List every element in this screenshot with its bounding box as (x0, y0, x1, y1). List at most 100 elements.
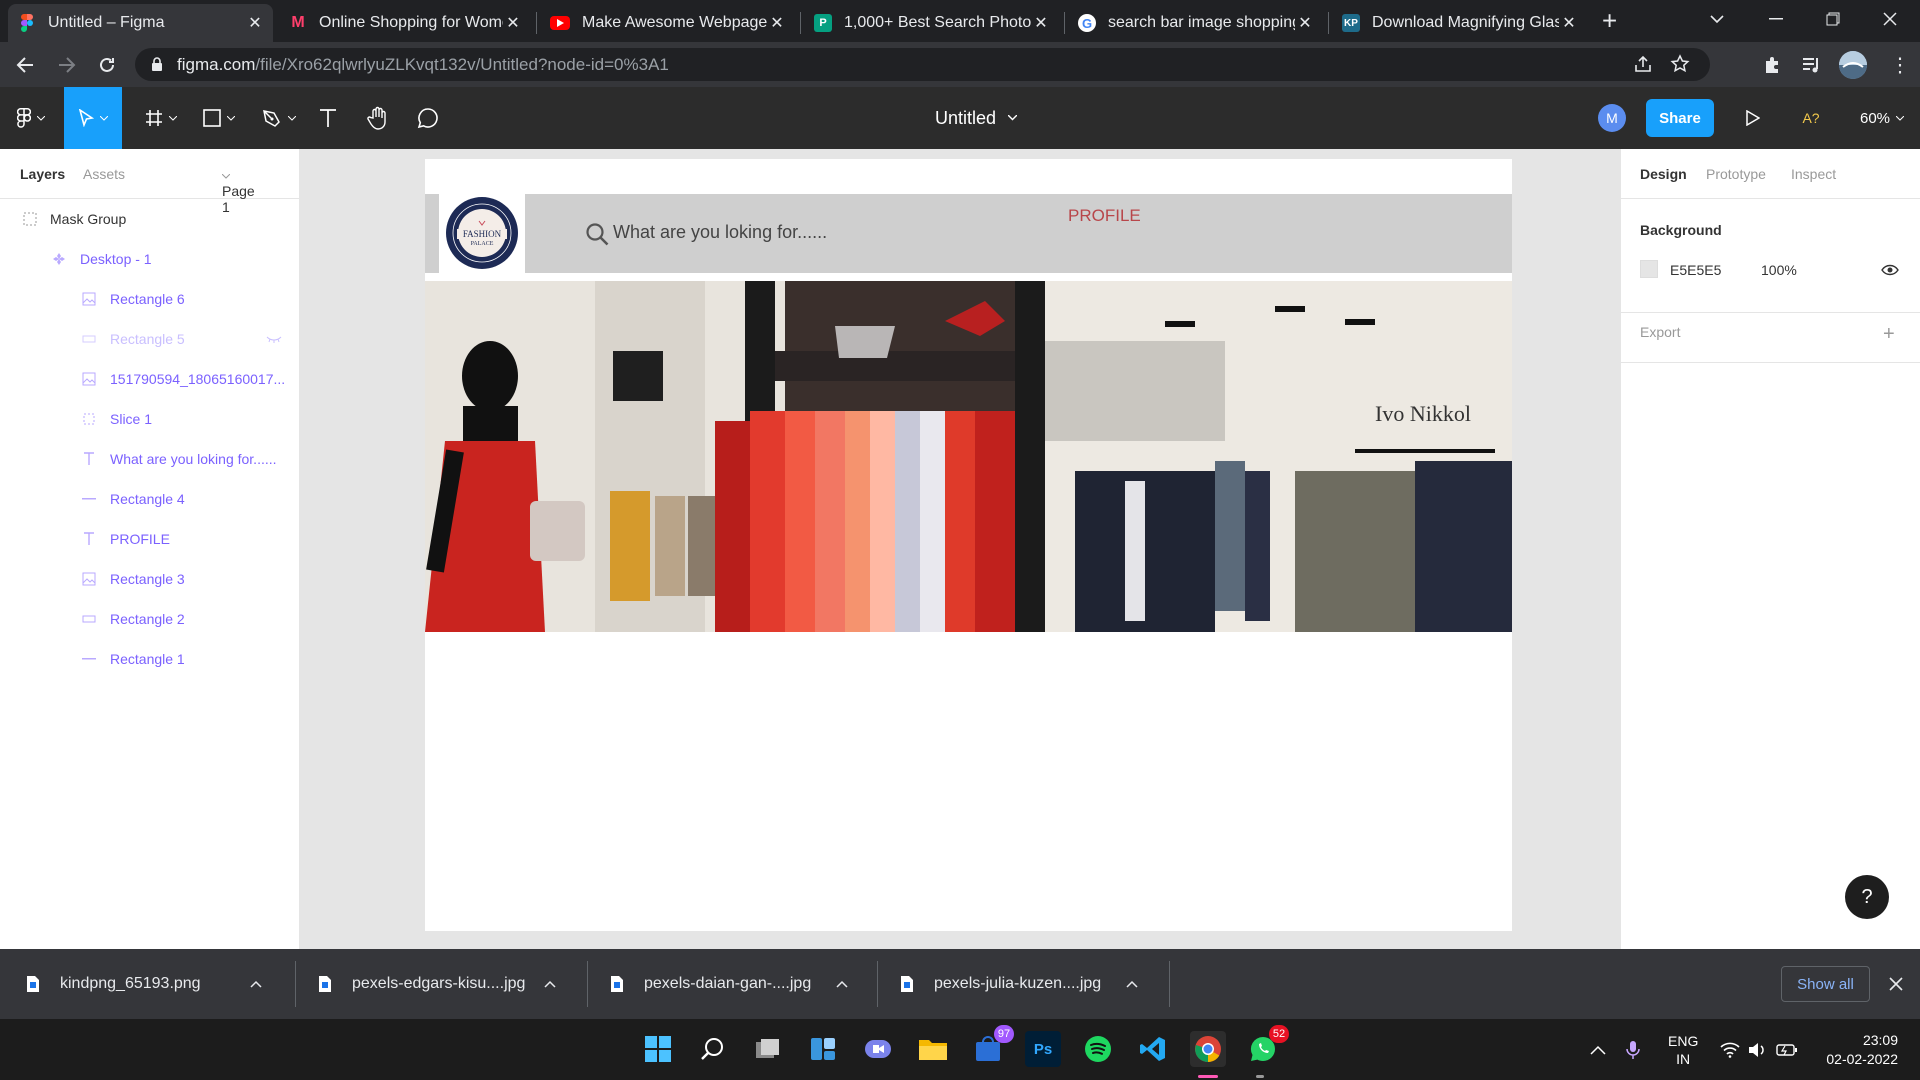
text-tool-button[interactable] (314, 87, 342, 149)
search-placeholder[interactable]: What are you loking for...... (613, 222, 827, 243)
share-button[interactable]: Share (1646, 99, 1714, 137)
tab-google[interactable]: G search bar image shopping ✕ (1068, 4, 1323, 42)
chevron-up-icon[interactable] (250, 980, 262, 988)
layer-rectangle-6[interactable]: Rectangle 6 (0, 279, 300, 319)
chrome-taskbar-icon[interactable] (1190, 1031, 1226, 1067)
tab-assets[interactable]: Assets (83, 166, 125, 182)
chrome-menu-icon[interactable]: ⋮ (1890, 52, 1910, 77)
vscode-icon[interactable] (1135, 1031, 1171, 1067)
visibility-eye-icon[interactable] (1881, 264, 1899, 276)
chevron-up-icon[interactable] (1126, 980, 1138, 988)
new-tab-button[interactable]: + (1602, 6, 1617, 37)
site-header[interactable]: FASHION PALACE What are you loking for..… (425, 194, 1512, 273)
windows-start-icon[interactable] (640, 1031, 676, 1067)
layer-rectangle-5[interactable]: Rectangle 5 (0, 319, 300, 359)
store-icon[interactable]: 97 (970, 1025, 1014, 1067)
back-icon[interactable] (16, 56, 34, 74)
spotify-icon[interactable] (1080, 1031, 1116, 1067)
layer-text-search[interactable]: What are you loking for...... (0, 439, 300, 479)
tab-pexels[interactable]: P 1,000+ Best Search Photos ✕ (804, 4, 1059, 42)
page-selector[interactable]: Page 1 (221, 166, 255, 215)
close-icon[interactable]: ✕ (1295, 13, 1315, 33)
tab-inspect[interactable]: Inspect (1791, 166, 1836, 182)
main-menu-button[interactable] (8, 87, 54, 149)
close-icon[interactable]: ✕ (503, 13, 523, 33)
tab-kindpng[interactable]: KP Download Magnifying Glas ✕ (1332, 4, 1587, 42)
missing-fonts-button[interactable]: A? (1796, 87, 1826, 149)
show-all-button[interactable]: Show all (1781, 966, 1870, 1002)
layer-rectangle-2[interactable]: Rectangle 2 (0, 599, 300, 639)
background-opacity-input[interactable]: 100% (1761, 262, 1797, 278)
clock[interactable]: 23:09 02-02-2022 (1818, 1019, 1898, 1080)
search-icon[interactable] (695, 1031, 731, 1067)
download-item[interactable]: pexels-daian-gan-....jpg (610, 949, 866, 1019)
wifi-icon[interactable] (1720, 1019, 1740, 1080)
battery-icon[interactable] (1776, 1019, 1798, 1080)
forward-icon[interactable] (58, 56, 76, 74)
tab-design[interactable]: Design (1640, 166, 1687, 182)
pen-tool-button[interactable] (256, 87, 302, 149)
tab-search-icon[interactable] (1710, 14, 1724, 24)
close-icon[interactable]: ✕ (1559, 13, 1579, 33)
layer-image[interactable]: 151790594_18065160017... (0, 359, 300, 399)
layer-text-profile[interactable]: PROFILE (0, 519, 300, 559)
desktop-frame[interactable]: FASHION PALACE What are you loking for..… (425, 159, 1512, 931)
background-hex-input[interactable]: E5E5E5 (1670, 262, 1721, 278)
layer-rectangle-1[interactable]: Rectangle 1 (0, 639, 300, 679)
download-item[interactable]: pexels-julia-kuzen....jpg (900, 949, 1156, 1019)
hand-tool-button[interactable] (362, 87, 394, 149)
chevron-up-icon[interactable] (836, 980, 848, 988)
zoom-menu[interactable]: 60% (1852, 87, 1912, 149)
shape-tool-button[interactable] (196, 87, 242, 149)
tray-overflow-icon[interactable] (1590, 1019, 1606, 1080)
layer-rectangle-4[interactable]: Rectangle 4 (0, 479, 300, 519)
hidden-eye-icon[interactable] (266, 331, 282, 347)
share-page-icon[interactable] (1634, 55, 1652, 73)
frame-tool-button[interactable] (138, 87, 184, 149)
file-explorer-icon[interactable] (915, 1031, 951, 1067)
minimize-icon[interactable] (1769, 18, 1783, 20)
download-item[interactable]: pexels-edgars-kisu....jpg (318, 949, 574, 1019)
media-control-icon[interactable] (1801, 56, 1821, 74)
teams-chat-icon[interactable] (860, 1031, 896, 1067)
close-downloads-icon[interactable] (1889, 977, 1903, 991)
add-export-icon[interactable]: + (1883, 323, 1895, 346)
close-icon[interactable]: ✕ (1031, 13, 1051, 33)
whatsapp-icon[interactable]: 52 (1245, 1025, 1289, 1067)
tab-prototype[interactable]: Prototype (1706, 166, 1766, 182)
volume-icon[interactable] (1748, 1019, 1768, 1080)
layer-mask-group[interactable]: Mask Group (0, 199, 300, 239)
document-title-button[interactable]: Untitled (935, 87, 1018, 149)
tab-figma[interactable]: Untitled – Figma ✕ (8, 4, 273, 42)
widgets-icon[interactable] (805, 1031, 841, 1067)
layer-rectangle-3[interactable]: Rectangle 3 (0, 559, 300, 599)
bookmark-star-icon[interactable] (1670, 54, 1690, 74)
microphone-icon[interactable] (1626, 1019, 1640, 1080)
close-icon[interactable]: ✕ (245, 13, 265, 33)
design-canvas[interactable]: FASHION PALACE What are you loking for..… (300, 149, 1620, 949)
present-button[interactable] (1738, 87, 1768, 149)
download-item[interactable]: kindpng_65193.png (26, 949, 282, 1019)
photoshop-icon[interactable]: Ps (1025, 1031, 1061, 1067)
profile-link[interactable]: PROFILE (1068, 206, 1141, 226)
layer-slice-1[interactable]: Slice 1 (0, 399, 300, 439)
tab-myntra[interactable]: M Online Shopping for Wome ✕ (279, 4, 531, 42)
collaborator-avatar[interactable]: M (1598, 104, 1626, 132)
window-close-icon[interactable] (1883, 12, 1897, 26)
layer-desktop-1[interactable]: Desktop - 1 (0, 239, 300, 279)
close-icon[interactable]: ✕ (767, 13, 787, 33)
help-button[interactable]: ? (1845, 875, 1889, 919)
tab-layers[interactable]: Layers (20, 166, 65, 182)
move-tool-button[interactable] (64, 87, 122, 149)
profile-avatar[interactable] (1839, 50, 1867, 79)
task-view-icon[interactable] (750, 1031, 786, 1067)
comment-tool-button[interactable] (412, 87, 444, 149)
tab-youtube[interactable]: Make Awesome Webpage U ✕ (540, 4, 795, 42)
extensions-icon[interactable] (1762, 55, 1782, 75)
chevron-up-icon[interactable] (544, 980, 556, 988)
language-indicator[interactable]: ENG IN (1668, 1019, 1698, 1080)
store-banner-image[interactable]: Ivo Nikkol (425, 281, 1512, 632)
reload-icon[interactable] (98, 56, 116, 74)
restore-icon[interactable] (1826, 12, 1840, 26)
address-bar[interactable]: figma.com/file/Xro62qlwrlyuZLKvqt132v/Un… (135, 48, 1710, 81)
